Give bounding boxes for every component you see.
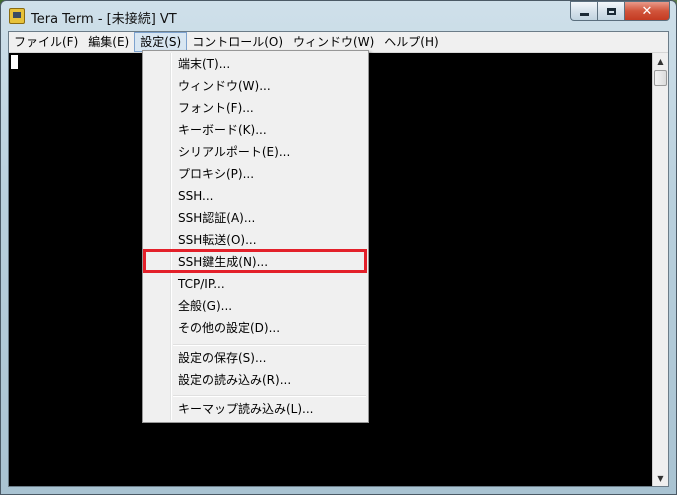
menu-item-proxy[interactable]: プロキシ(P)... [145,163,366,185]
maximize-button[interactable] [597,1,624,21]
menu-item-ssh-forwarding[interactable]: SSH転送(O)... [145,229,366,251]
menu-window[interactable]: ウィンドウ(W) [288,32,379,52]
menu-item-save-setup[interactable]: 設定の保存(S)... [145,347,366,369]
menu-item-serial-port[interactable]: シリアルポート(E)... [145,141,366,163]
menu-file[interactable]: ファイル(F) [9,32,83,52]
ssh-keygen-highlight-box [143,249,367,273]
menu-item-keyboard[interactable]: キーボード(K)... [145,119,366,141]
menu-item-font[interactable]: フォント(F)... [145,97,366,119]
caption-buttons: ✕ [570,1,670,21]
close-icon: ✕ [641,3,653,19]
maximize-icon [606,7,616,15]
tera-term-app-icon[interactable] [9,8,25,24]
scroll-up-icon[interactable]: ▲ [653,53,668,69]
menu-setup[interactable]: 設定(S) [134,32,188,52]
minimize-button[interactable] [570,1,597,21]
menu-item-ssh-auth[interactable]: SSH認証(A)... [145,207,366,229]
title-bar[interactable]: Tera Term - [未接続] VT ✕ [1,1,676,31]
menu-item-ssh[interactable]: SSH... [145,185,366,207]
menu-item-load-keymap[interactable]: キーマップ読み込み(L)... [145,398,366,420]
menu-item-tcpip[interactable]: TCP/IP... [145,273,366,295]
menu-help[interactable]: ヘルプ(H) [379,32,443,52]
menu-item-restore-setup[interactable]: 設定の読み込み(R)... [145,369,366,391]
window-title: Tera Term - [未接続] VT [31,12,177,27]
scroll-thumb[interactable] [654,70,667,86]
terminal-cursor [11,55,18,69]
menu-control[interactable]: コントロール(O) [187,32,288,52]
menu-item-additional[interactable]: その他の設定(D)... [145,317,366,339]
close-button[interactable]: ✕ [624,1,670,21]
vertical-scrollbar[interactable]: ▲ ▼ [652,53,668,486]
menu-item-general[interactable]: 全般(G)... [145,295,366,317]
menu-separator [173,395,366,397]
menu-item-window[interactable]: ウィンドウ(W)... [145,75,366,97]
scroll-down-icon[interactable]: ▼ [653,470,668,486]
menu-edit[interactable]: 編集(E) [83,32,134,52]
minimize-icon [579,12,589,16]
menu-item-terminal[interactable]: 端末(T)... [145,53,366,75]
menu-separator [173,344,366,346]
settings-dropdown-menu: 端末(T)... ウィンドウ(W)... フォント(F)... キーボード(K)… [142,50,369,423]
